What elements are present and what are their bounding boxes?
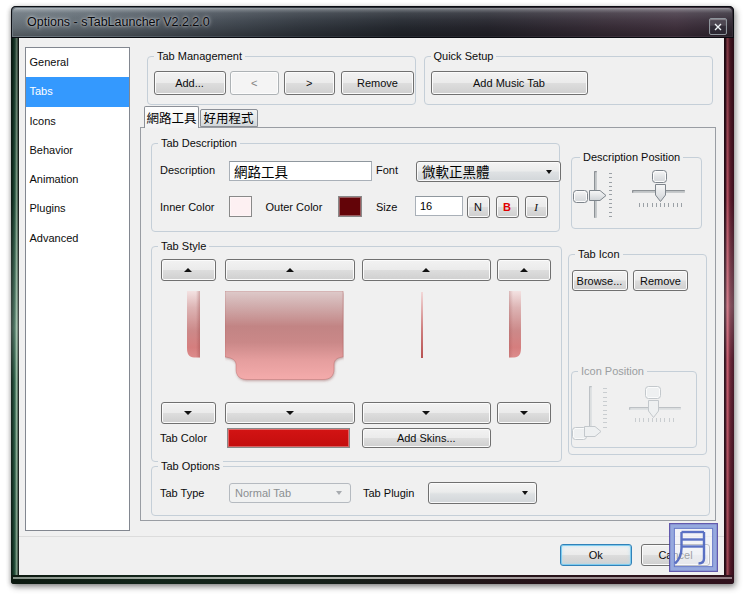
tab-network-tools-label: 網路工具	[146, 108, 196, 127]
outer-color-swatch[interactable]	[338, 196, 362, 217]
add-skins-button[interactable]: Add Skins...	[362, 428, 492, 448]
move-tab-left-button[interactable]: <	[230, 71, 280, 95]
tab-type-value: Normal Tab	[235, 487, 291, 499]
style-separator-down-button[interactable]	[362, 402, 492, 424]
tab-style-separator-preview	[421, 292, 423, 358]
tab-style-middle-preview	[225, 291, 344, 384]
style-separator-up-button[interactable]	[362, 259, 492, 281]
stablauncher-logo-icon	[669, 523, 718, 572]
tab-network-tools[interactable]: 網路工具	[144, 106, 199, 128]
font-label: Font	[376, 164, 398, 176]
move-tab-right-button[interactable]: >	[284, 71, 335, 95]
tab-style-left-edge-preview	[187, 291, 200, 358]
tab-description-label: Tab Description	[158, 137, 240, 150]
sidebar-item-animation[interactable]: Animation	[26, 165, 129, 194]
sidebar-item-icons[interactable]: Icons	[26, 107, 129, 136]
up-arrow-icon	[422, 268, 430, 272]
tab-plugin-dropdown-arrow-icon	[522, 491, 528, 495]
down-arrow-icon	[520, 411, 528, 415]
inner-color-swatch[interactable]	[229, 196, 252, 217]
size-label: Size	[376, 201, 397, 213]
sidebar-item-general[interactable]: General	[26, 48, 129, 77]
remove-icon-button[interactable]: Remove	[633, 270, 688, 291]
down-arrow-icon	[422, 411, 430, 415]
icon-vertical-slider	[589, 386, 592, 429]
icon-vertical-slider-ticks	[603, 388, 607, 430]
description-vertical-center-button[interactable]	[573, 190, 588, 203]
close-button[interactable]	[709, 18, 727, 35]
window-border-right	[724, 38, 734, 575]
tab-useful-programs[interactable]: 好用程式	[200, 109, 258, 127]
font-select[interactable]: 微軟正黑體	[416, 161, 561, 182]
close-icon	[714, 23, 722, 31]
style-right-up-button[interactable]	[497, 259, 551, 281]
icon-position-label: Icon Position	[578, 365, 647, 378]
tab-type-select[interactable]: Normal Tab	[229, 483, 351, 503]
style-left-down-button[interactable]	[161, 402, 216, 424]
description-horizontal-slider-ticks	[639, 203, 682, 207]
italic-style-button[interactable]: I	[525, 196, 548, 218]
style-right-down-button[interactable]	[497, 402, 551, 424]
screenshot-stage: Options - sTabLauncher V2.2.2.0 General …	[0, 0, 746, 594]
description-vertical-slider-thumb[interactable]	[589, 190, 607, 201]
icon-horizontal-slider-thumb	[648, 400, 659, 418]
description-value: 網路工具	[234, 161, 288, 181]
tab-description-group: Tab Description	[151, 143, 560, 232]
ok-button[interactable]: Ok	[560, 544, 632, 566]
sidebar-item-behavior[interactable]: Behavior	[26, 136, 129, 165]
bold-style-button[interactable]: B	[496, 196, 519, 218]
font-value: 微軟正黑體	[422, 161, 490, 181]
icon-horizontal-center-button	[645, 386, 661, 399]
tab-useful-programs-label: 好用程式	[203, 108, 253, 127]
description-label: Description	[160, 164, 215, 176]
remove-tab-button[interactable]: Remove	[341, 71, 414, 95]
tab-color-label: Tab Color	[160, 432, 207, 444]
window-border-left	[11, 38, 19, 575]
tab-type-label: Tab Type	[160, 487, 204, 499]
up-arrow-icon	[520, 268, 528, 272]
quick-setup-label: Quick Setup	[431, 50, 497, 63]
inner-color-label: Inner Color	[160, 201, 214, 213]
description-horizontal-center-button[interactable]	[652, 170, 668, 183]
down-arrow-icon	[184, 411, 192, 415]
font-dropdown-arrow-icon	[546, 170, 552, 174]
tab-options-label: Tab Options	[158, 460, 223, 473]
tab-color-swatch[interactable]	[227, 428, 350, 448]
tab-plugin-label: Tab Plugin	[363, 487, 414, 499]
sidebar-item-advanced[interactable]: Advanced	[26, 224, 129, 253]
style-middle-down-button[interactable]	[225, 402, 356, 424]
icon-vertical-slider-thumb	[584, 426, 602, 437]
browse-icon-button[interactable]: Browse...	[572, 270, 628, 291]
tab-type-dropdown-arrow-icon	[336, 491, 342, 495]
style-middle-up-button[interactable]	[225, 259, 356, 281]
icon-horizontal-slider-ticks	[635, 418, 677, 422]
add-music-tab-button[interactable]: Add Music Tab	[431, 71, 588, 95]
tab-icon-label: Tab Icon	[575, 248, 623, 261]
down-arrow-icon	[286, 411, 294, 415]
description-horizontal-slider-thumb[interactable]	[655, 184, 666, 202]
up-arrow-icon	[286, 268, 294, 272]
window-border-bottom	[11, 575, 734, 584]
normal-style-button[interactable]: N	[467, 196, 490, 218]
tab-style-label: Tab Style	[158, 240, 209, 253]
size-value: 16	[420, 200, 432, 212]
add-tab-button[interactable]: Add...	[154, 71, 226, 95]
footer-separator	[19, 536, 724, 537]
up-arrow-icon	[184, 268, 192, 272]
style-left-up-button[interactable]	[161, 259, 216, 281]
tab-style-right-edge-preview	[509, 291, 521, 358]
tab-management-label: Tab Management	[154, 50, 245, 63]
size-input[interactable]: 16	[415, 196, 463, 216]
description-input[interactable]: 網路工具	[229, 161, 372, 181]
sidebar-item-plugins[interactable]: Plugins	[26, 194, 129, 223]
description-position-label: Description Position	[580, 151, 683, 164]
category-list: General Tabs Icons Behavior Animation Pl…	[25, 47, 130, 531]
tab-plugin-select[interactable]	[428, 482, 537, 504]
window-title: Options - sTabLauncher V2.2.2.0	[27, 15, 210, 29]
description-vertical-slider-ticks	[609, 173, 613, 219]
outer-color-label: Outer Color	[266, 201, 323, 213]
sidebar-item-tabs[interactable]: Tabs	[26, 77, 129, 106]
